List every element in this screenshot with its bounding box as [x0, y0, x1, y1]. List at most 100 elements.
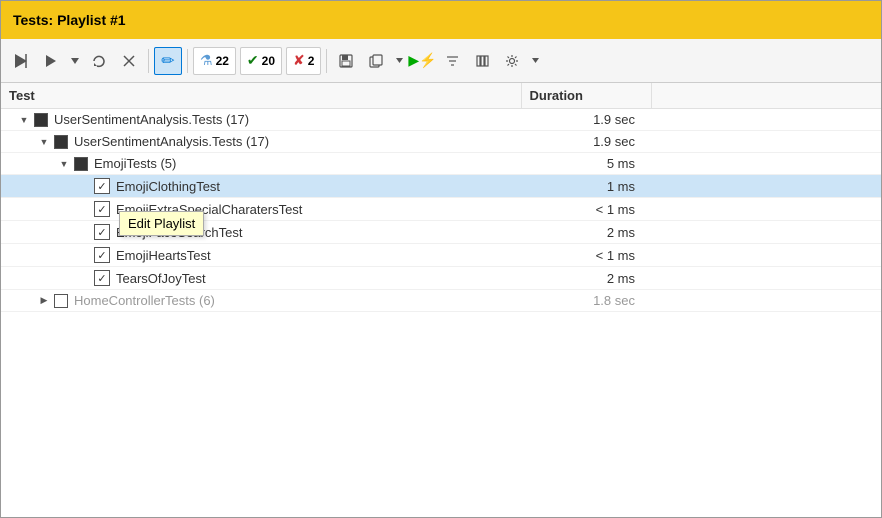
settings-dropdown-icon	[532, 58, 539, 63]
content-area[interactable]: Test Duration ▼UserSentimentAnalysis.Tes…	[1, 83, 881, 312]
extra-cell	[651, 131, 881, 153]
total-count: 22	[216, 54, 229, 68]
test-cell: ▼ EmojiTests (5)	[1, 153, 521, 175]
table-row[interactable]: ▼ EmojiTests (5) 5 ms	[1, 153, 881, 175]
expand-arrow[interactable]: ▼	[37, 135, 51, 149]
refresh-icon	[92, 54, 106, 68]
separator-1	[148, 49, 149, 73]
tooltip-label: Edit Playlist	[128, 216, 195, 231]
copy-dropdown-button[interactable]	[392, 47, 406, 75]
checkbox-checked[interactable]: ✓	[94, 247, 110, 263]
run-dropdown-button[interactable]	[67, 47, 83, 75]
checkbox-checked[interactable]: ✓	[94, 270, 110, 286]
duration-cell: 1 ms	[521, 175, 651, 198]
extra-cell	[651, 153, 881, 175]
test-label: EmojiTests (5)	[94, 156, 176, 171]
edit-playlist-button[interactable]: ✏	[154, 47, 182, 75]
filter-icon	[446, 55, 459, 67]
toolbar: ✏ ⚗ 22 ✔ 20 ✘ 2	[1, 39, 881, 83]
test-label: UserSentimentAnalysis.Tests (17)	[54, 112, 249, 127]
content-wrapper: Test Duration ▼UserSentimentAnalysis.Tes…	[1, 83, 881, 517]
table-row[interactable]: ▼ UserSentimentAnalysis.Tests (17) 1.9 sec	[1, 109, 881, 131]
extra-cell	[651, 267, 881, 290]
checkbox-square[interactable]	[54, 294, 68, 308]
duration-cell: 1.9 sec	[521, 109, 651, 131]
columns-icon	[476, 55, 489, 67]
checkbox-checked[interactable]: ✓	[94, 201, 110, 217]
window-title: Tests: Playlist #1	[13, 12, 126, 28]
duration-cell: 2 ms	[521, 267, 651, 290]
duration-cell: 2 ms	[521, 221, 651, 244]
checkbox-checked[interactable]: ✓	[94, 224, 110, 240]
refresh-button[interactable]	[85, 47, 113, 75]
duration-cell: 1.8 sec	[521, 290, 651, 312]
cancel-button[interactable]	[115, 47, 143, 75]
table-row[interactable]: ✓ TearsOfJoyTest 2 ms	[1, 267, 881, 290]
filter-button[interactable]	[438, 47, 466, 75]
extra-cell	[651, 109, 881, 131]
main-window: Tests: Playlist #1	[0, 0, 882, 518]
test-label: UserSentimentAnalysis.Tests (17)	[74, 134, 269, 149]
passed-count: 20	[262, 54, 275, 68]
col-header-test: Test	[1, 83, 521, 109]
duration-cell: 5 ms	[521, 153, 651, 175]
debug-run-button[interactable]: ▶⚡	[408, 47, 436, 75]
copy-dropdown-icon	[396, 58, 403, 63]
total-count-button[interactable]: ⚗ 22	[193, 47, 236, 75]
checkbox-square[interactable]	[34, 113, 48, 127]
expand-arrow[interactable]: ▼	[17, 113, 31, 127]
col-header-extra	[651, 83, 881, 109]
columns-button[interactable]	[468, 47, 496, 75]
run-dropdown-icon	[71, 58, 79, 64]
checkbox-square[interactable]	[54, 135, 68, 149]
duration-cell: < 1 ms	[521, 198, 651, 221]
save-button[interactable]	[332, 47, 360, 75]
flask-icon: ⚗	[200, 52, 213, 69]
test-cell: ✓EmojiExtraSpecialCharatersTest	[1, 198, 521, 221]
separator-3	[326, 49, 327, 73]
expand-arrow[interactable]: ▼	[57, 157, 71, 171]
copy-icon	[369, 54, 383, 68]
pass-icon: ✔	[247, 52, 259, 69]
copy-button[interactable]	[362, 47, 390, 75]
settings-dropdown-button[interactable]	[528, 47, 542, 75]
extra-cell	[651, 175, 881, 198]
passed-count-button[interactable]: ✔ 20	[240, 47, 282, 75]
settings-button[interactable]	[498, 47, 526, 75]
test-cell: ✓EmojiHeartsTest	[1, 244, 521, 267]
test-label: TearsOfJoyTest	[116, 271, 206, 286]
failed-count-button[interactable]: ✘ 2	[286, 47, 321, 75]
run-all-button[interactable]	[7, 47, 35, 75]
test-cell: ▶ HomeControllerTests (6)	[1, 290, 521, 312]
save-icon	[339, 54, 353, 68]
table-row[interactable]: ▶ HomeControllerTests (6) 1.8 sec	[1, 290, 881, 312]
test-label: HomeControllerTests (6)	[74, 293, 215, 308]
checkbox-checked[interactable]: ✓	[94, 178, 110, 194]
settings-icon	[505, 54, 519, 68]
run-button[interactable]	[37, 47, 65, 75]
duration-cell: 1.9 sec	[521, 131, 651, 153]
fail-icon: ✘	[293, 52, 305, 69]
test-cell: ▼ UserSentimentAnalysis.Tests (17)	[1, 109, 521, 131]
checkbox-square[interactable]	[74, 157, 88, 171]
test-cell: ▼ UserSentimentAnalysis.Tests (17)	[1, 131, 521, 153]
run-all-icon	[15, 54, 27, 68]
cancel-icon	[123, 55, 135, 67]
extra-cell	[651, 221, 881, 244]
test-cell: ✓ TearsOfJoyTest	[1, 267, 521, 290]
test-table: Test Duration ▼UserSentimentAnalysis.Tes…	[1, 83, 881, 312]
tooltip-edit-playlist: Edit Playlist	[119, 211, 204, 236]
run-icon	[46, 55, 56, 67]
duration-cell: < 1 ms	[521, 244, 651, 267]
test-label: EmojiClothingTest	[116, 179, 220, 194]
test-cell: ✓ EmojiClothingTest	[1, 175, 521, 198]
table-row[interactable]: ▼ UserSentimentAnalysis.Tests (17) 1.9 sec	[1, 131, 881, 153]
table-row[interactable]: ✓ EmojiClothingTest 1 ms	[1, 175, 881, 198]
extra-cell	[651, 198, 881, 221]
expand-arrow[interactable]: ▶	[37, 294, 51, 308]
extra-cell	[651, 290, 881, 312]
table-row[interactable]: ✓EmojiHeartsTest< 1 ms	[1, 244, 881, 267]
test-cell: ✓EmojiFaceSearchTest	[1, 221, 521, 244]
extra-cell	[651, 244, 881, 267]
title-bar: Tests: Playlist #1	[1, 1, 881, 39]
